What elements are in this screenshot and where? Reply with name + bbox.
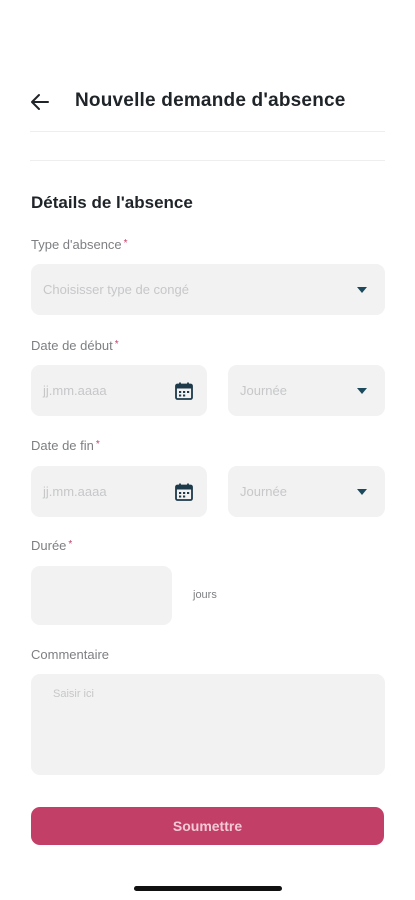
- start-period-select[interactable]: Journée: [228, 365, 385, 416]
- absence-type-label: Type d'absence *: [31, 237, 128, 252]
- duration-label-text: Durée: [31, 538, 67, 553]
- divider: [30, 131, 385, 132]
- required-mark: *: [95, 439, 100, 450]
- page-title: Nouvelle demande d'absence: [75, 90, 346, 111]
- required-mark: *: [114, 339, 119, 350]
- start-date-placeholder: jj.mm.aaaa: [43, 383, 107, 398]
- submit-button[interactable]: Soumettre: [31, 807, 384, 845]
- back-button[interactable]: [26, 88, 54, 116]
- duration-input[interactable]: [31, 566, 172, 625]
- app-header: Nouvelle demande d'absence: [0, 80, 415, 124]
- section-title: Détails de l'absence: [31, 193, 193, 212]
- comment-textarea[interactable]: Saisir ici: [31, 674, 385, 775]
- home-indicator[interactable]: [134, 886, 282, 891]
- arrow-left-icon: [31, 94, 49, 110]
- end-period-select[interactable]: Journée: [228, 466, 385, 517]
- absence-type-select[interactable]: Choisisser type de congé: [31, 264, 385, 315]
- start-date-label: Date de début *: [31, 338, 119, 353]
- start-period-placeholder: Journée: [240, 383, 287, 398]
- duration-unit: jours: [193, 589, 217, 601]
- divider: [30, 160, 385, 161]
- comment-label: Commentaire: [31, 647, 109, 662]
- start-date-label-text: Date de début: [31, 338, 113, 353]
- end-date-placeholder: jj.mm.aaaa: [43, 484, 107, 499]
- chevron-down-icon: [357, 286, 367, 293]
- absence-type-label-text: Type d'absence: [31, 237, 122, 252]
- calendar-icon[interactable]: [174, 482, 194, 502]
- start-date-input[interactable]: jj.mm.aaaa: [31, 365, 207, 416]
- duration-label: Durée *: [31, 538, 72, 553]
- calendar-icon[interactable]: [174, 381, 194, 401]
- chevron-down-icon: [357, 488, 367, 495]
- comment-placeholder: Saisir ici: [53, 688, 94, 700]
- absence-type-placeholder: Choisisser type de congé: [43, 282, 189, 297]
- end-date-label: Date de fin *: [31, 438, 100, 453]
- end-period-placeholder: Journée: [240, 484, 287, 499]
- chevron-down-icon: [357, 387, 367, 394]
- required-mark: *: [123, 238, 128, 249]
- comment-label-text: Commentaire: [31, 647, 110, 662]
- required-mark: *: [68, 539, 73, 550]
- end-date-input[interactable]: jj.mm.aaaa: [31, 466, 207, 517]
- end-date-label-text: Date de fin: [31, 438, 94, 453]
